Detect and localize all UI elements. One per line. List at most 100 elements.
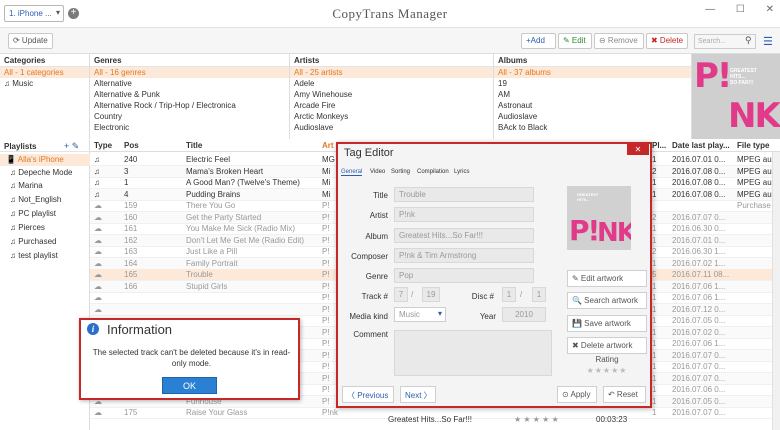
- cell-title: There You Go: [186, 201, 236, 210]
- list-item[interactable]: Alternative Rock / Trip-Hop / Electronic…: [90, 100, 289, 111]
- column-header-filetype[interactable]: File type: [737, 141, 769, 150]
- track-number-field[interactable]: 7: [394, 287, 408, 302]
- composer-field[interactable]: P!nk & Tim Armstrong: [394, 248, 534, 263]
- genre-field[interactable]: Pop: [394, 268, 534, 283]
- update-button[interactable]: ⟳ Update: [8, 33, 53, 49]
- list-item[interactable]: BAck to Black: [494, 122, 691, 133]
- cell-pl: 1: [652, 178, 657, 187]
- remove-button[interactable]: ⊖ Remove: [594, 33, 644, 49]
- list-item[interactable]: ♫ Music: [0, 78, 89, 89]
- albums-header: Albums: [494, 54, 691, 67]
- playlist-item[interactable]: ♫ Not_English: [0, 194, 90, 206]
- add-button[interactable]: +Add: [521, 33, 556, 49]
- tab-lyrics[interactable]: Lyrics: [454, 169, 469, 175]
- edit-button[interactable]: ✎ Edit: [558, 33, 592, 49]
- close-window-icon[interactable]: ✕: [766, 4, 774, 15]
- cell-pl: 1: [652, 350, 657, 360]
- previous-button[interactable]: 〈 Previous: [342, 386, 394, 403]
- hamburger-menu-icon[interactable]: ☰: [763, 35, 773, 48]
- rating-stars[interactable]: ★★★★★: [567, 366, 647, 375]
- cell-pl: 1: [652, 224, 657, 233]
- cell-type: ☁: [94, 304, 102, 314]
- playlist-item[interactable]: ♫ Pierces: [0, 222, 90, 234]
- search-artwork-button[interactable]: 🔍 Search artwork: [567, 292, 647, 309]
- playlist-item[interactable]: ♫ Purchased: [0, 236, 90, 248]
- media-kind-select[interactable]: Music ▾: [394, 307, 446, 322]
- list-item[interactable]: Alternative: [90, 78, 289, 89]
- cell-pl: 2: [652, 166, 657, 176]
- track-total-field[interactable]: 19: [422, 287, 440, 302]
- list-item[interactable]: Arctic Monkeys: [290, 111, 493, 122]
- tab-sorting[interactable]: Sorting: [391, 169, 410, 175]
- info-icon: i: [87, 323, 99, 335]
- column-header-date[interactable]: Date last play...: [672, 141, 730, 150]
- list-item[interactable]: Audioslave: [494, 111, 691, 122]
- apply-button[interactable]: ⊙ Apply: [557, 386, 597, 403]
- cell-title: Family Portrait: [186, 258, 238, 268]
- cell-date: 2016.07.06 1...: [672, 293, 726, 302]
- list-item[interactable]: Arcade Fire: [290, 100, 493, 111]
- search-icon[interactable]: ⚲: [745, 35, 752, 46]
- list-item[interactable]: AM: [494, 89, 691, 100]
- playlist-item[interactable]: ♫ PC playlist: [0, 208, 90, 220]
- cell-date: 2016.07.01 0...: [672, 235, 726, 245]
- list-item[interactable]: Audioslave: [290, 122, 493, 133]
- cell-title: Pudding Brains: [186, 189, 241, 199]
- window-controls: — ☐ ✕: [687, 4, 774, 15]
- list-item[interactable]: Country: [90, 111, 289, 122]
- column-header-type[interactable]: Type: [94, 141, 112, 150]
- list-item[interactable]: All - 1 categories: [0, 67, 89, 78]
- tab-general[interactable]: General: [341, 169, 363, 176]
- delete-button[interactable]: ✖ Delete: [646, 33, 688, 49]
- close-icon[interactable]: ✕: [627, 144, 649, 155]
- edit-artwork-button[interactable]: ✎ Edit artwork: [567, 270, 647, 287]
- cell-pl: 5: [652, 270, 657, 279]
- maximize-icon[interactable]: ☐: [736, 4, 745, 15]
- list-item[interactable]: Astronaut: [494, 100, 691, 111]
- list-item[interactable]: All - 37 albums: [494, 67, 691, 78]
- album-field[interactable]: Greatest Hits...So Far!!!: [394, 228, 534, 243]
- cell-ftype: MPEG au: [737, 155, 772, 164]
- tab-video[interactable]: Video: [370, 169, 385, 175]
- column-header-title[interactable]: Title: [186, 141, 202, 150]
- playlist-add-icon[interactable]: + ✎: [64, 141, 79, 152]
- playlist-label: Marina: [18, 181, 43, 190]
- cell-pl: 1: [652, 373, 657, 383]
- list-item[interactable]: Alternative & Punk: [90, 89, 289, 100]
- delete-artwork-button[interactable]: ✖ Delete artwork: [567, 337, 647, 354]
- playlist-item-device[interactable]: 📱 Alla's iPhone: [0, 154, 90, 166]
- reset-button[interactable]: ↶ Reset: [603, 386, 646, 403]
- cell-date: 2016.07.08 0...: [672, 166, 726, 176]
- disc-number-field[interactable]: 1: [502, 287, 516, 302]
- column-header-plays[interactable]: Pl...: [652, 141, 666, 150]
- column-header-pos[interactable]: Pos: [124, 141, 139, 150]
- tab-compilation[interactable]: Compilation: [417, 169, 449, 175]
- cell-type: ♫: [94, 189, 100, 199]
- comment-label: Comment: [353, 330, 388, 339]
- column-header-artist[interactable]: Art: [322, 141, 334, 150]
- albums-pane: Albums All - 37 albums 19 AM Astronaut A…: [494, 54, 692, 139]
- title-field[interactable]: Trouble: [394, 187, 534, 202]
- table-scrollbar[interactable]: [772, 152, 780, 430]
- playlist-item[interactable]: ♫ Depeche Mode: [0, 167, 90, 179]
- list-item[interactable]: Electronic: [90, 122, 289, 133]
- cell-type: ☁: [94, 212, 102, 222]
- playlist-item[interactable]: ♫ test playlist: [0, 250, 90, 262]
- artist-field[interactable]: P!nk: [394, 207, 534, 222]
- next-button[interactable]: Next 〉: [400, 386, 436, 403]
- list-item[interactable]: All - 25 artists: [290, 67, 493, 78]
- last-row-rating[interactable]: ★ ★ ★ ★ ★: [514, 415, 559, 424]
- minimize-icon[interactable]: —: [705, 4, 715, 15]
- year-field[interactable]: 2010: [502, 307, 546, 322]
- save-artwork-button[interactable]: 💾 Save artwork: [567, 315, 647, 332]
- cell-date: 2016.07.08 0...: [672, 178, 726, 187]
- list-item[interactable]: All - 16 genres: [90, 67, 289, 78]
- cell-type: ☁: [94, 281, 102, 291]
- disc-total-field[interactable]: 1: [532, 287, 546, 302]
- comment-field[interactable]: [394, 330, 552, 376]
- list-item[interactable]: 19: [494, 78, 691, 89]
- list-item[interactable]: Amy Winehouse: [290, 89, 493, 100]
- ok-button[interactable]: OK: [162, 377, 217, 394]
- playlist-item[interactable]: ♫ Marina: [0, 180, 90, 192]
- list-item[interactable]: Adele: [290, 78, 493, 89]
